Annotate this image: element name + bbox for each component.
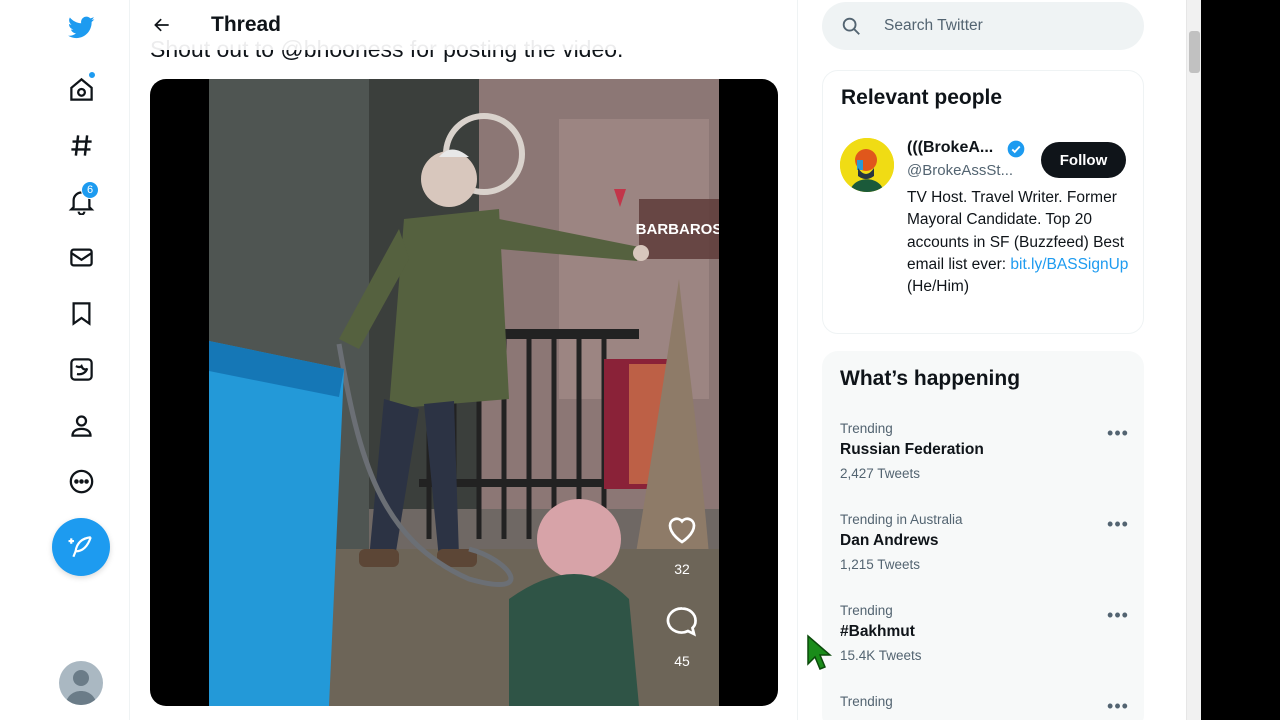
compose-feather-icon bbox=[68, 536, 92, 558]
trend-name: Dan Andrews bbox=[840, 532, 939, 549]
screen-edge-bar bbox=[1201, 0, 1280, 720]
left-navigation: 6 bbox=[0, 0, 130, 720]
trend-name: #Bakhmut bbox=[840, 623, 915, 640]
more-options-icon[interactable]: ••• bbox=[1106, 512, 1130, 536]
whats-happening-title: What’s happening bbox=[840, 367, 1021, 390]
bio-suffix: (He/Him) bbox=[907, 278, 969, 296]
account-avatar[interactable] bbox=[59, 661, 103, 705]
comment-bubble-icon bbox=[666, 607, 697, 637]
heart-icon bbox=[668, 517, 696, 544]
trend-item[interactable]: Trending in Australia Dan Andrews 1,215 … bbox=[840, 512, 1130, 572]
twitter-logo-icon[interactable] bbox=[61, 7, 101, 47]
relevant-people-title: Relevant people bbox=[841, 86, 1003, 109]
search-icon bbox=[842, 17, 860, 35]
bio-link[interactable]: bit.ly/BASSignUp bbox=[1010, 256, 1128, 273]
relevant-people-card: Relevant people (((BrokeA... @BrokeAssSt… bbox=[822, 70, 1144, 334]
video-frame: BARBAROS bbox=[209, 79, 719, 706]
video-scene-illustration: BARBAROS bbox=[209, 79, 719, 706]
twitter-blue-icon[interactable] bbox=[61, 349, 101, 389]
trend-count: 15.4K Tweets bbox=[840, 648, 922, 663]
trend-name: Russian Federation bbox=[840, 441, 984, 458]
trend-meta: Trending bbox=[840, 421, 893, 436]
trend-count: 1,215 Tweets bbox=[840, 557, 921, 572]
page-title: Thread bbox=[211, 13, 282, 36]
more-options-icon[interactable]: ••• bbox=[1106, 603, 1130, 627]
trend-item[interactable]: Trending Russian Federation 2,427 Tweets… bbox=[840, 421, 1130, 481]
person-handle[interactable]: @BrokeAssSt... bbox=[907, 162, 1013, 179]
video-like-stat[interactable]: 32 bbox=[662, 512, 702, 577]
more-circle-icon[interactable] bbox=[61, 461, 101, 501]
home-icon[interactable] bbox=[61, 69, 101, 109]
default-avatar-icon bbox=[65, 670, 97, 705]
back-arrow-icon bbox=[154, 18, 169, 32]
like-count: 32 bbox=[674, 561, 690, 577]
home-new-dot bbox=[88, 71, 96, 79]
trend-item[interactable]: Trending #Bakhmut 15.4K Tweets ••• bbox=[840, 603, 1130, 663]
whats-happening-card: What’s happening Trending Russian Federa… bbox=[822, 351, 1144, 720]
verified-badge-icon bbox=[1007, 140, 1025, 158]
trend-count: 2,427 Tweets bbox=[840, 466, 921, 481]
more-options-icon[interactable]: ••• bbox=[1106, 421, 1130, 445]
trend-item[interactable]: Trending ••• bbox=[840, 694, 1130, 716]
more-options-icon[interactable]: ••• bbox=[1106, 694, 1130, 718]
tweet-video[interactable]: BARBAROS 32 45 bbox=[150, 79, 778, 706]
page-scrollbar[interactable] bbox=[1186, 0, 1201, 720]
search-box[interactable]: Search Twitter bbox=[822, 2, 1144, 50]
storefront-sign-text: BARBAROS bbox=[636, 221, 719, 238]
notifications-bell-icon[interactable]: 6 bbox=[61, 181, 101, 221]
trend-meta: Trending bbox=[840, 694, 893, 709]
main-column: Thread Shout out to @bhooness for postin… bbox=[130, 0, 798, 720]
notifications-badge: 6 bbox=[81, 181, 99, 199]
compose-tweet-button[interactable] bbox=[52, 518, 110, 576]
comment-count: 45 bbox=[674, 653, 690, 669]
person-name[interactable]: (((BrokeA... bbox=[907, 139, 993, 157]
search-placeholder[interactable]: Search Twitter bbox=[884, 17, 983, 35]
person-bio: TV Host. Travel Writer. Former Mayoral C… bbox=[907, 187, 1132, 298]
messages-envelope-icon[interactable] bbox=[61, 237, 101, 277]
follow-button[interactable]: Follow bbox=[1041, 142, 1126, 178]
thread-header: Thread bbox=[130, 0, 797, 50]
person-avatar[interactable] bbox=[840, 138, 894, 192]
trend-meta: Trending in Australia bbox=[840, 512, 963, 527]
explore-hash-icon[interactable] bbox=[61, 125, 101, 165]
video-comment-stat[interactable]: 45 bbox=[662, 604, 702, 669]
person-avatar-image bbox=[840, 138, 894, 192]
mouse-cursor-icon bbox=[807, 634, 832, 670]
back-button[interactable] bbox=[147, 10, 177, 40]
scrollbar-thumb[interactable] bbox=[1189, 31, 1200, 73]
bookmark-icon[interactable] bbox=[61, 293, 101, 333]
trend-meta: Trending bbox=[840, 603, 893, 618]
profile-icon[interactable] bbox=[61, 405, 101, 445]
